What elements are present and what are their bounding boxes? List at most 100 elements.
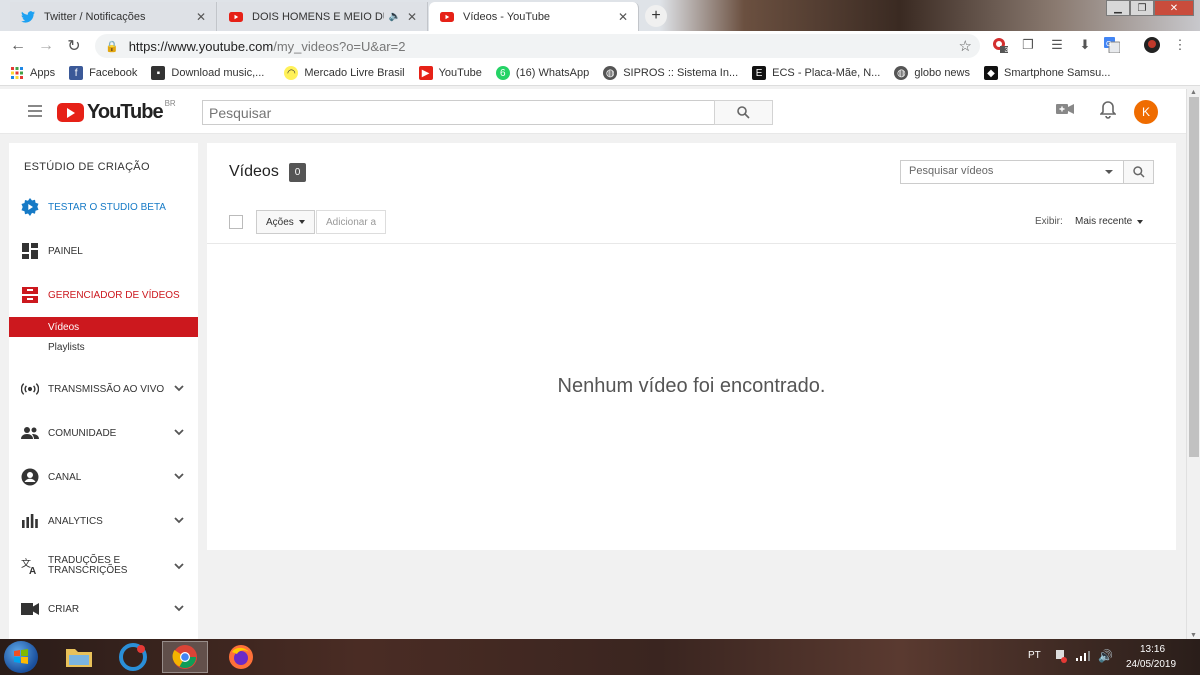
windows-taskbar: PT 🔊 13:16 24/05/2019	[0, 639, 1200, 675]
minimize-button[interactable]: ▁	[1106, 0, 1130, 16]
video-search-placeholder: Pesquisar vídeos	[909, 165, 994, 177]
bookmark-sipros[interactable]: ◍ SIPROS :: Sistema In...	[603, 66, 738, 80]
sidebar-item-traducoes[interactable]: 文A TRADUÇÕES E TRANSCRIÇÕES	[9, 551, 198, 581]
youtube-logo[interactable]: YouTube BR	[57, 99, 176, 124]
tab-title: Vídeos - YouTube	[463, 10, 551, 23]
sidebar-item-criar[interactable]: CRIAR	[9, 596, 198, 622]
chevron-down-icon[interactable]	[174, 471, 184, 481]
folder-icon	[66, 649, 92, 667]
sidebar-item-transmissao[interactable]: TRANSMISSÃO AO VIVO	[9, 376, 198, 402]
sidebar-item-gerenciador[interactable]: GERENCIADOR DE VÍDEOS	[9, 282, 198, 308]
bookmark-apps[interactable]: Apps	[10, 66, 55, 80]
select-all-checkbox[interactable]	[229, 215, 243, 229]
speaker-icon[interactable]: 🔈	[388, 11, 400, 22]
notifications-bell-icon[interactable]	[1099, 101, 1117, 124]
video-search-button[interactable]	[1124, 160, 1154, 184]
chevron-down-icon[interactable]	[174, 603, 184, 613]
page-scrollbar[interactable]: ▲ ▼	[1186, 89, 1200, 639]
maximize-button[interactable]: ❐	[1130, 0, 1154, 16]
close-window-button[interactable]: ✕	[1154, 0, 1194, 16]
sliders-extension-icon[interactable]: ☰	[1049, 37, 1065, 53]
youtube-search-input[interactable]	[202, 100, 715, 125]
taskbar-firefox[interactable]	[218, 641, 264, 673]
dashboard-icon	[21, 242, 39, 260]
bookmark-star-icon[interactable]: ☆	[959, 37, 972, 55]
chevron-down-icon[interactable]	[174, 561, 184, 571]
taskbar-ccleaner[interactable]	[110, 641, 156, 673]
bookmark-ecs[interactable]: E ECS - Placa-Mãe, N...	[752, 66, 880, 80]
youtube-play-icon	[57, 103, 84, 122]
sidebar-item-painel[interactable]: PAINEL	[9, 238, 198, 264]
caret-down-icon	[298, 220, 305, 224]
signal-bars-icon[interactable]	[1076, 651, 1090, 664]
back-arrow-icon[interactable]: ←	[4, 37, 32, 55]
windows-start-button[interactable]	[4, 641, 38, 673]
video-count-badge: 0	[289, 163, 306, 182]
close-tab-icon[interactable]: ✕	[618, 10, 628, 24]
sidebar-item-label: TRADUÇÕES E TRANSCRIÇÕES	[48, 555, 128, 576]
volume-icon[interactable]: 🔊	[1098, 649, 1113, 663]
clock-date[interactable]: 24/05/2019	[1126, 659, 1176, 670]
scroll-up-arrow-icon[interactable]: ▲	[1190, 89, 1197, 96]
sidebar-subitem-videos[interactable]: Vídeos	[9, 317, 198, 337]
firefox-icon	[229, 645, 253, 669]
bookmark-facebook[interactable]: f Facebook	[69, 66, 137, 80]
bookmark-smartphone-samsung[interactable]: ◆ Smartphone Samsu...	[984, 66, 1110, 80]
apps-grid-icon	[10, 66, 24, 80]
tab-dois-homens[interactable]: DOIS HOMENS E MEIO DUBL 🔈 ✕	[218, 2, 428, 31]
sidebar-item-label: CRIAR	[48, 603, 80, 615]
close-tab-icon[interactable]: ✕	[407, 10, 417, 24]
sort-dropdown[interactable]: Mais recente	[1075, 216, 1144, 227]
bookmark-globo-news[interactable]: ◍ globo news	[894, 66, 970, 80]
sidebar-item-analytics[interactable]: ANALYTICS	[9, 508, 198, 534]
youtube-search-button[interactable]	[714, 100, 773, 125]
actions-label: Ações	[266, 216, 294, 228]
download-arrow-icon[interactable]: ⬇	[1077, 37, 1093, 53]
taskbar-chrome[interactable]	[162, 641, 208, 673]
network-flag-icon[interactable]	[1054, 649, 1068, 666]
taskbar-file-explorer[interactable]	[56, 641, 102, 673]
sidebar-item-studio-beta[interactable]: TESTAR O STUDIO BETA	[9, 194, 198, 220]
address-bar[interactable]: 🔒 https://www.youtube.com/my_videos?o=U&…	[95, 34, 980, 58]
tab-videos-youtube[interactable]: Vídeos - YouTube ✕	[429, 2, 639, 31]
live-broadcast-icon	[21, 380, 39, 398]
add-to-button[interactable]: Adicionar a	[316, 210, 387, 234]
sidebar-item-label: COMUNIDADE	[48, 427, 117, 439]
upload-camera-icon[interactable]	[1056, 102, 1074, 121]
bookmark-whatsapp[interactable]: 6 (16) WhatsApp	[495, 66, 589, 80]
menu-dots-icon[interactable]: ⋮	[1172, 37, 1188, 53]
translate-extension-icon[interactable]: G	[1104, 37, 1120, 53]
gear-icon	[21, 198, 39, 216]
new-tab-button[interactable]: +	[645, 5, 667, 27]
chevron-down-icon[interactable]	[174, 383, 184, 393]
video-search-input[interactable]: Pesquisar vídeos	[900, 160, 1124, 184]
translate-icon: 文A	[21, 557, 39, 575]
sidebar-item-label: ANALYTICS	[48, 515, 103, 527]
chevron-down-icon[interactable]	[174, 427, 184, 437]
copy-extension-icon[interactable]: ❐	[1020, 37, 1036, 53]
account-avatar[interactable]: K	[1134, 100, 1158, 124]
empty-state-message: Nenhum vídeo foi encontrado.	[557, 375, 826, 397]
tab-twitter[interactable]: Twitter / Notificações ✕	[10, 2, 217, 31]
bookmark-mercado-livre[interactable]: ◠ Mercado Livre Brasil	[284, 66, 405, 80]
sidebar-item-comunidade[interactable]: COMUNIDADE	[9, 420, 198, 446]
forward-arrow-icon[interactable]: →	[32, 37, 60, 55]
profile-avatar-icon[interactable]	[1144, 37, 1160, 53]
scrollbar-thumb[interactable]	[1189, 97, 1199, 457]
twitter-icon	[20, 9, 36, 25]
bookmark-youtube[interactable]: ▶ YouTube	[418, 66, 482, 80]
bookmark-download-music[interactable]: ▪ Download music,...	[151, 66, 264, 80]
actions-dropdown-button[interactable]: Ações	[256, 210, 315, 234]
caret-down-icon[interactable]	[1105, 170, 1113, 174]
language-indicator[interactable]: PT	[1028, 650, 1041, 661]
hamburger-menu-icon[interactable]	[28, 105, 42, 120]
sidebar-subitem-playlists[interactable]: Playlists	[9, 337, 198, 357]
reload-icon[interactable]: ↻	[60, 36, 88, 56]
bookmark-label: YouTube	[438, 67, 482, 79]
sidebar-item-canal[interactable]: CANAL	[9, 464, 198, 490]
close-tab-icon[interactable]: ✕	[196, 10, 206, 24]
scroll-down-arrow-icon[interactable]: ▼	[1190, 632, 1197, 639]
create-icon	[21, 600, 39, 618]
chevron-down-icon[interactable]	[174, 515, 184, 525]
clock-time[interactable]: 13:16	[1140, 644, 1165, 655]
